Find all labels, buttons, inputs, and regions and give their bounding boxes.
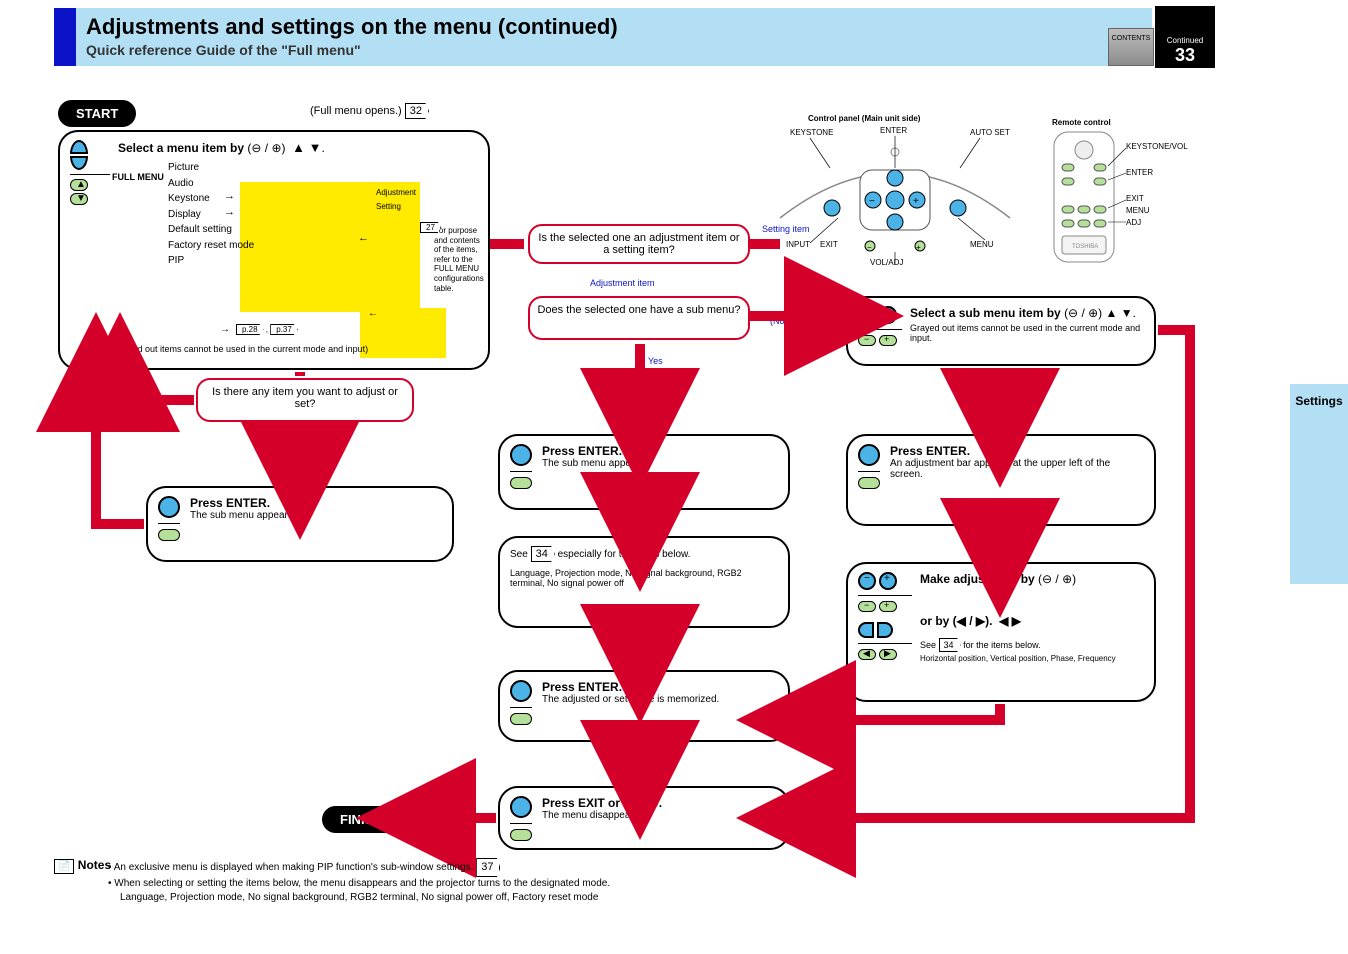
finish-pill: FINISH [322, 806, 401, 833]
ref-tag-27[interactable]: 27 [420, 222, 441, 233]
side-tab: Settings [1290, 384, 1348, 584]
contents-label: CONTENTS [1109, 29, 1153, 43]
enter-icon-4 [858, 444, 880, 466]
step-select-submenu-item: − + − + Select a sub menu item by (⊖ / ⊕… [846, 296, 1156, 366]
step-press-enter-left: Press ENTER. The sub menu appears. [146, 486, 454, 562]
label-yes-more: Yes [150, 400, 165, 410]
header-accent [54, 8, 76, 66]
enter-remote-icon-2 [510, 477, 532, 489]
arrow-to-block-1: → [224, 190, 235, 202]
remote-diagram: TOSHIBA Remote control KEYSTONE/VOL ENTE… [1048, 128, 1160, 258]
contents-button[interactable]: CONTENTS [1108, 28, 1154, 66]
svg-text:−: − [869, 196, 875, 207]
ref-tag-34b[interactable]: 34 [939, 638, 961, 652]
enter-remote-icon-3 [510, 713, 532, 725]
menu-right-note: For purpose and contents of the items, r… [434, 226, 484, 293]
choice-more-items: Is there any item you want to adjust or … [196, 378, 414, 422]
ref-tag-37[interactable]: p.37 [270, 324, 298, 335]
page-title: Adjustments and settings on the menu (co… [86, 14, 1142, 40]
arrow-from-block-1: ← [358, 232, 369, 244]
box3-list: Language, Projection mode, No signal bac… [510, 568, 778, 588]
step-select-menu-item: ▲ ▼ Select a menu item by (⊖ / ⊕) ▲ ▼. F… [58, 130, 490, 370]
enter-icon [158, 496, 180, 518]
step-press-enter-memorize: Press ENTER. The adjusted or set value i… [498, 670, 790, 742]
exit-icon [510, 796, 532, 818]
page-number-box: Continued 33 [1155, 6, 1215, 68]
menu-item-list: Picture Audio Keystone Display Default s… [168, 160, 254, 269]
choice-sub-menu: Does the selected one have a sub menu? [528, 296, 750, 340]
ref-tag-32[interactable]: 32 [405, 103, 429, 119]
step-press-enter-right: Press ENTER. An adjustment bar appears a… [846, 434, 1156, 526]
box2-text: The sub menu appears. [190, 510, 296, 521]
start-marker: START [58, 100, 136, 127]
ref-tag-28[interactable]: p.28 [236, 324, 264, 335]
control-panel-diagram: − + − + KEYSTONE ENTER AUTO SET INPUT EX… [760, 128, 1030, 258]
step-press-enter-center: Press ENTER. The sub menu appears. [498, 434, 790, 510]
adj-label: Adjustment [376, 188, 416, 197]
notes-icon: 📄 Notes [54, 858, 111, 872]
label-no-more: No [310, 440, 322, 450]
step-1-title: Select a menu item by (⊖ / ⊕) ▲ ▼. [118, 140, 478, 155]
box2-title: Press ENTER. [190, 496, 296, 510]
full-menu-label: FULL MENU [112, 172, 164, 182]
notes-text: • An exclusive menu is displayed when ma… [108, 858, 1208, 905]
page-subtitle: Quick reference Guide of the "Full menu" [86, 42, 1142, 58]
enter-remote-icon [158, 529, 180, 541]
enter-icon-2 [510, 444, 532, 466]
step-press-exit-menu: Press EXIT or MENU. The menu disappears. [498, 786, 790, 850]
label-adjustment-item: Adjustment item [590, 278, 655, 288]
svg-text:+: + [913, 196, 919, 207]
svg-text:TOSHIBA: TOSHIBA [1072, 244, 1098, 250]
step-see-ref: See 34 especially for the items below. L… [498, 536, 790, 628]
ref-tag-37b[interactable]: 37 [476, 858, 500, 877]
continued-label: Continued [1155, 36, 1215, 45]
enter-icon-3 [510, 680, 532, 702]
label-yes: Yes [648, 356, 663, 366]
arrow-to-block-2: → [224, 206, 235, 218]
svg-text:−: − [867, 243, 872, 252]
start-pill: START [58, 100, 136, 127]
finish-marker: FINISH [322, 806, 401, 833]
start-note: (Full menu opens.) 32 [310, 103, 429, 119]
choice-item-type: Is the selected one an adjustment item o… [528, 224, 750, 264]
header-banner: Adjustments and settings on the menu (co… [76, 8, 1152, 66]
page-number: 33 [1155, 45, 1215, 66]
menu-gray-note: (Grayed out items cannot be used in the … [110, 344, 368, 354]
ref-tag-34a[interactable]: 34 [531, 546, 555, 562]
setting-label: Setting [376, 202, 401, 211]
enter-remote-icon-4 [858, 477, 880, 489]
exit-remote-icon [510, 829, 532, 841]
svg-text:+: + [916, 243, 921, 252]
label-no: (No sub menu) [770, 316, 830, 326]
step-make-adjustment: − + − + ◀ ▶ [846, 562, 1156, 702]
